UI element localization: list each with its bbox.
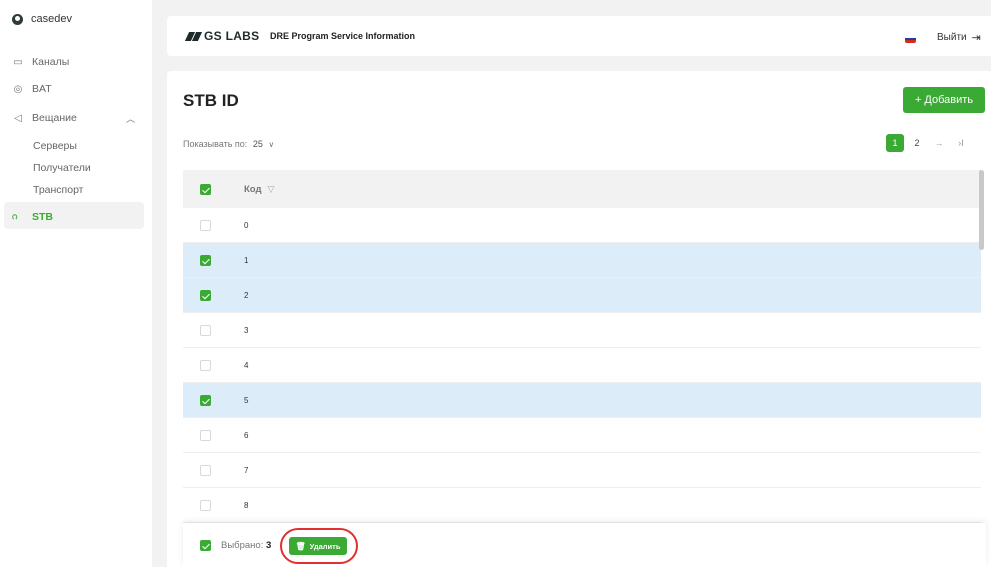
avatar	[12, 13, 23, 25]
logout-button[interactable]: Выйти ⇥	[937, 31, 981, 44]
table-row[interactable]: 7	[183, 453, 981, 488]
sidebar-item-broadcast[interactable]: ◁ Вещание	[12, 112, 77, 124]
row-checkbox[interactable]	[200, 219, 211, 231]
selected-count: Выбрано: 3	[221, 540, 271, 551]
sidebar-item-label: Каналы	[32, 56, 70, 68]
sidebar-item-channels[interactable]: ▭ Каналы	[12, 56, 69, 68]
sidebar-item-receivers[interactable]: Получатели	[33, 162, 91, 174]
pagination: 1 2 → ›I	[886, 134, 974, 152]
last-page-icon[interactable]: ›I	[952, 134, 970, 152]
per-page-selector[interactable]: Показывать по: 25 ∨	[183, 139, 274, 149]
logo-text: GS LABS	[204, 29, 260, 43]
sidebar-item-bat[interactable]: ◎ BAT	[12, 83, 52, 95]
page-2-button[interactable]: 2	[908, 134, 926, 152]
row-code: 4	[244, 360, 249, 370]
per-page-label: Показывать по:	[183, 139, 248, 149]
row-code: 0	[244, 220, 249, 230]
selection-checkbox[interactable]	[200, 540, 211, 551]
table-scrollbar[interactable]	[979, 170, 984, 250]
table-row[interactable]: 4	[183, 348, 981, 383]
row-code: 2	[244, 290, 249, 300]
language-flag-icon[interactable]	[905, 35, 916, 43]
column-header-label: Код	[244, 183, 262, 195]
selected-count-value: 3	[265, 540, 272, 551]
table-row[interactable]: 3	[183, 313, 981, 348]
row-checkbox[interactable]	[200, 499, 211, 511]
row-checkbox[interactable]	[200, 289, 211, 301]
row-code: 7	[244, 465, 249, 475]
logo: GS LABS	[184, 29, 260, 43]
row-checkbox[interactable]	[200, 394, 211, 406]
sidebar-item-label: BAT	[32, 83, 52, 95]
tv-icon: ▭	[13, 56, 23, 68]
logout-icon: ⇥	[971, 32, 981, 44]
row-checkbox[interactable]	[200, 464, 211, 476]
megaphone-icon: ◁	[14, 112, 22, 124]
table-row[interactable]: 5	[183, 383, 981, 418]
select-all-checkbox[interactable]	[200, 183, 211, 195]
logout-label: Выйти	[937, 32, 967, 43]
column-header-code[interactable]: Код ▽	[244, 184, 274, 195]
row-checkbox[interactable]	[200, 254, 211, 266]
chevron-down-icon: ∨	[268, 140, 275, 149]
sidebar: casedev ▭ Каналы ◎ BAT ◁ Вещание ︿ Серве…	[0, 0, 152, 567]
row-checkbox[interactable]	[200, 324, 211, 336]
chevron-up-icon[interactable]: ︿	[126, 112, 135, 125]
sidebar-item-label: STB	[32, 210, 53, 223]
sidebar-item-stb[interactable]: ဂ STB	[12, 209, 53, 224]
per-page-value: 25	[252, 139, 263, 149]
row-code: 5	[244, 395, 249, 405]
broadcast-icon: ◎	[13, 83, 23, 95]
app-title: DRE Program Service Information	[270, 31, 416, 41]
next-page-icon[interactable]: →	[930, 134, 948, 152]
sidebar-item-label: Вещание	[32, 112, 77, 124]
filter-icon[interactable]: ▽	[268, 184, 275, 195]
row-code: 6	[244, 430, 249, 440]
table-row[interactable]: 6	[183, 418, 981, 453]
table-row[interactable]: 1	[183, 243, 981, 278]
add-button[interactable]: + Добавить	[903, 87, 985, 113]
users-icon: ဂ	[12, 211, 18, 222]
main-card: STB ID + Добавить Показывать по: 25 ∨ 1 …	[167, 71, 991, 567]
sidebar-item-servers[interactable]: Серверы	[33, 140, 77, 152]
table-row[interactable]: 8	[183, 488, 981, 523]
table-header: Код ▽	[183, 170, 981, 208]
row-checkbox[interactable]	[200, 429, 211, 441]
delete-button[interactable]: 🗑 Удалить	[289, 537, 347, 555]
selection-footer: Выбрано: 3 🗑 Удалить	[183, 523, 986, 567]
table-row[interactable]: 0	[183, 208, 981, 243]
sidebar-item-transport[interactable]: Транспорт	[33, 184, 84, 196]
selected-label: Выбрано:	[221, 540, 264, 551]
user-menu[interactable]: casedev	[12, 13, 72, 25]
page-title: STB ID	[183, 91, 239, 110]
row-checkbox[interactable]	[200, 359, 211, 371]
row-code: 3	[244, 325, 249, 335]
stb-table: Код ▽ 0 1 2 3 4 5 6 7 8	[183, 170, 981, 523]
username: casedev	[31, 13, 72, 25]
row-code: 8	[244, 500, 249, 510]
header: GS LABS DRE Program Service Information …	[167, 16, 991, 56]
delete-label: Удалить	[309, 541, 341, 551]
trash-icon: 🗑	[295, 541, 306, 551]
table-row[interactable]: 2	[183, 278, 981, 313]
page-1-button[interactable]: 1	[886, 134, 904, 152]
row-code: 1	[244, 255, 249, 265]
logo-mark-icon	[184, 31, 203, 41]
